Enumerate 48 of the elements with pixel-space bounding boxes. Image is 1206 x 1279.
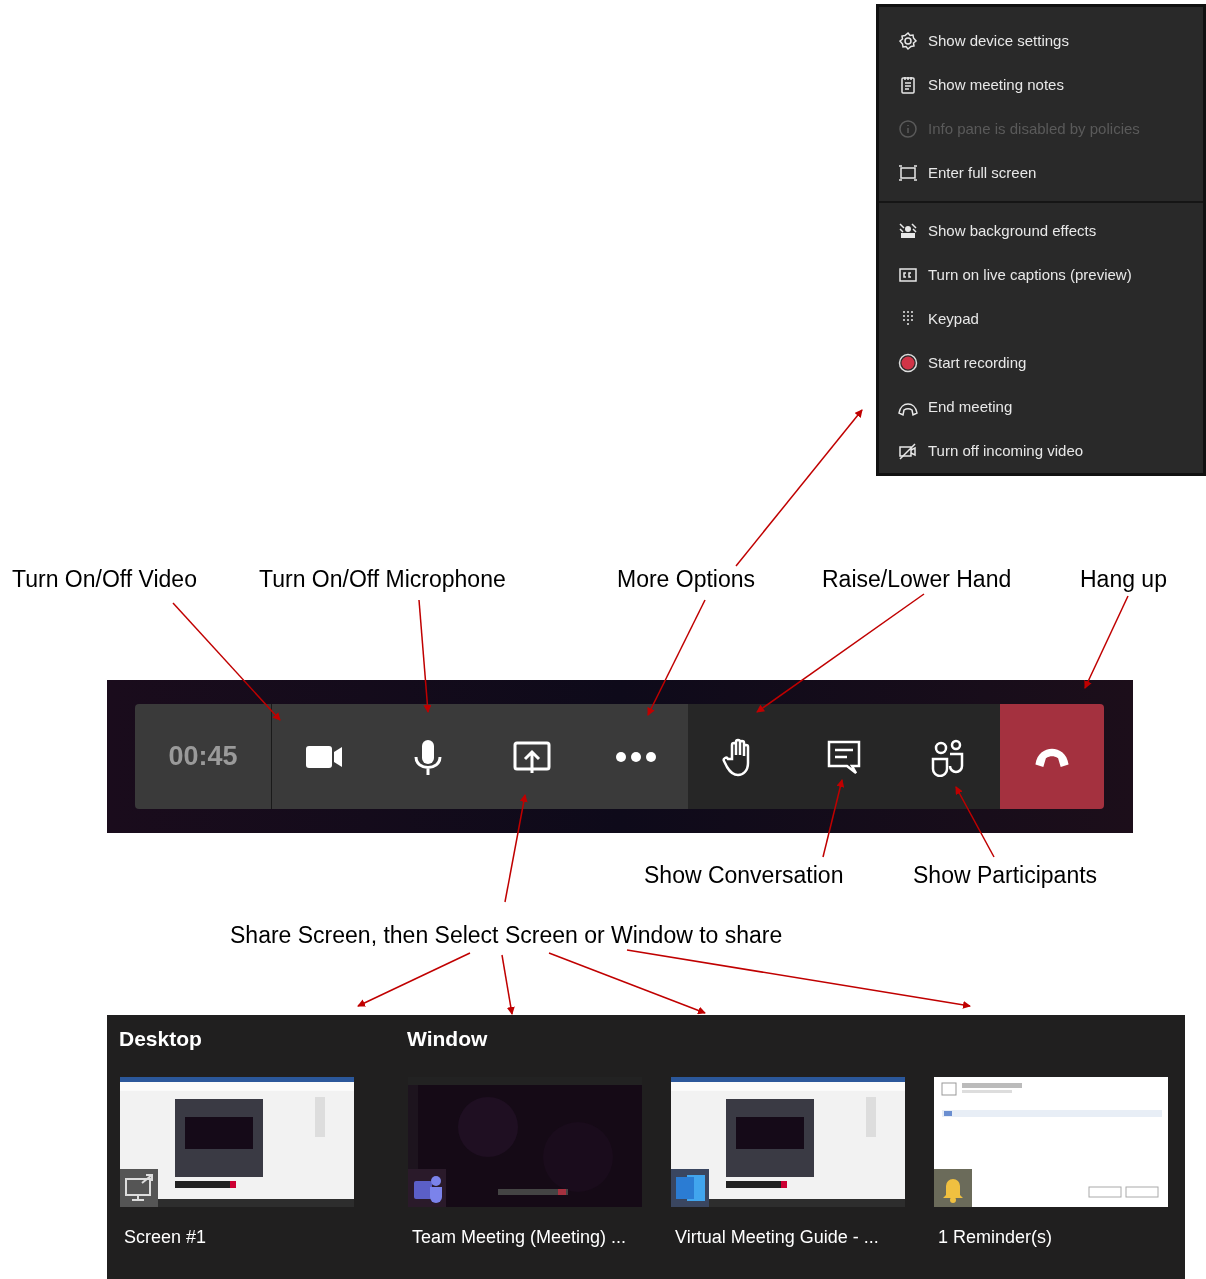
toolbar-button[interactable]	[688, 704, 792, 809]
window-caption: Screen #1	[123, 1226, 208, 1249]
more-icon	[616, 751, 656, 762]
menu-item[interactable]: Show device settings	[879, 19, 1203, 63]
annotation-label: Show Conversation	[644, 864, 844, 887]
record-icon	[898, 353, 918, 373]
menu-item[interactable]: Enter full screen	[879, 151, 1203, 195]
arrow	[501, 954, 515, 1015]
share-option[interactable]: Virtual Meeting Guide - ...	[671, 1077, 905, 1253]
fullscreen-icon	[898, 163, 918, 183]
gear-icon	[898, 31, 918, 51]
annotation-label: Share Screen, then Select Screen or Window to share	[230, 924, 783, 947]
menu-item[interactable]: Keypad	[879, 297, 1203, 341]
annotation-label: Show Participants	[913, 864, 1098, 887]
section-heading: Desktop	[119, 1026, 202, 1052]
annotation-label: Turn On/Off Video	[12, 568, 197, 591]
share-option[interactable]: Screen #1	[120, 1077, 354, 1253]
menu-item[interactable]: Show background effects	[879, 209, 1203, 253]
hang-up-button[interactable]	[1000, 704, 1104, 809]
arrow	[955, 786, 995, 858]
menu-item[interactable]: End meeting	[879, 385, 1203, 429]
window-caption: Team Meeting (Meeting) ...	[411, 1226, 628, 1249]
call-timer: 00:45	[135, 704, 272, 809]
notes-icon	[898, 75, 918, 95]
menu-item[interactable]: Turn on live captions (preview)	[879, 253, 1203, 297]
toolbar-button[interactable]	[272, 704, 376, 809]
window-caption: Virtual Meeting Guide - ...	[674, 1226, 880, 1249]
bell-icon	[934, 1169, 972, 1207]
app-icon	[408, 1169, 446, 1207]
annotation-label: Raise/Lower Hand	[822, 568, 1012, 591]
share-option[interactable]: Team Meeting (Meeting) ...	[408, 1077, 642, 1253]
captions-icon	[898, 265, 918, 285]
app-icon	[671, 1169, 709, 1207]
menu-item[interactable]: Start recording	[879, 341, 1203, 385]
share-option[interactable]: 1 Reminder(s)	[934, 1077, 1168, 1253]
menu-item[interactable]: Show meeting notes	[879, 63, 1203, 107]
toolbar-button[interactable]	[584, 704, 688, 809]
toolbar-button[interactable]	[896, 704, 1000, 809]
info-icon	[898, 119, 918, 139]
annotation-label: Turn On/Off Microphone	[259, 568, 506, 591]
background-effects-icon	[898, 221, 918, 241]
menu-item[interactable]: Turn off incoming video	[879, 429, 1203, 473]
window-caption: 1 Reminder(s)	[937, 1226, 1054, 1249]
section-heading: Window	[407, 1026, 488, 1052]
annotation-label: Hang up	[1080, 568, 1167, 591]
video-off-icon	[898, 441, 918, 461]
annotation-label: More Options	[617, 568, 756, 591]
monitor-icon	[120, 1169, 158, 1207]
